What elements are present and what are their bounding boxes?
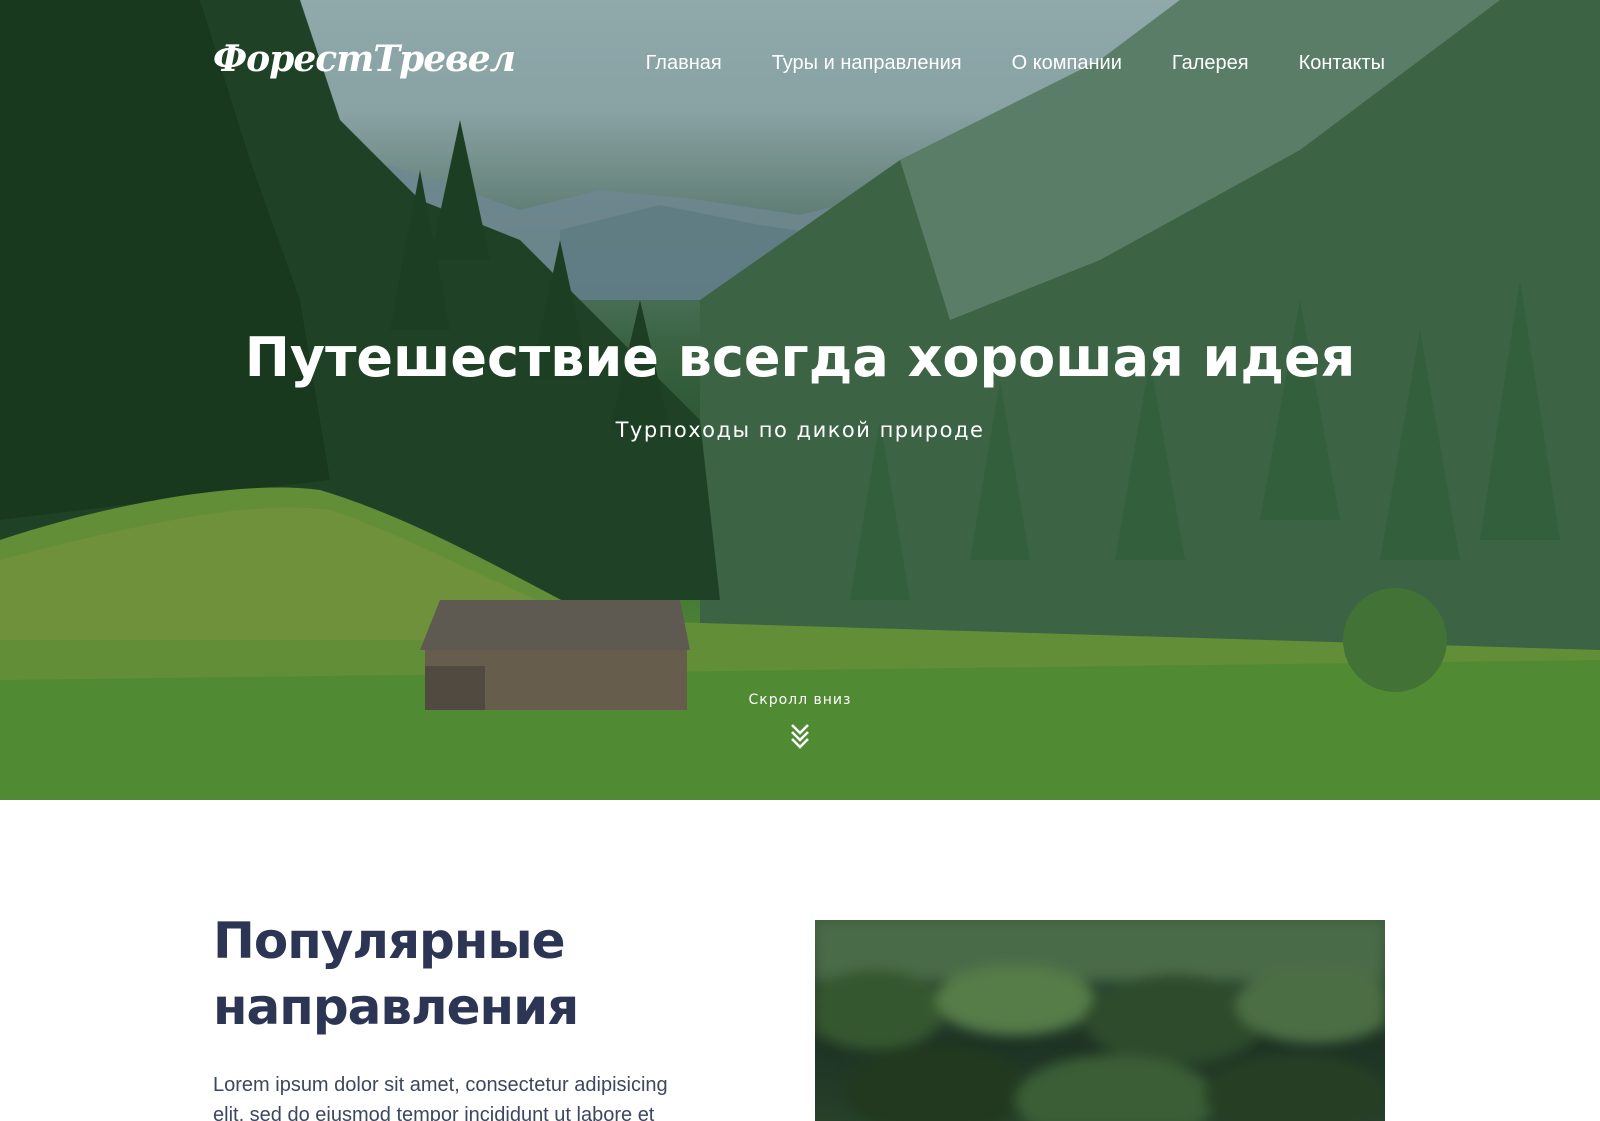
forest-image [815,920,1385,1121]
main-nav: Главная Туры и направления О компании Га… [646,52,1385,75]
scroll-down-label[interactable]: Скролл вниз [0,692,1600,708]
hero-title: Путешествие всегда хорошая идея [244,326,1356,389]
nav-item-contacts[interactable]: Контакты [1299,52,1385,75]
popular-section-title: Популярные направления [213,912,579,1036]
double-chevron-down-icon[interactable] [789,722,811,750]
hero-subtitle: Турпоходы по дикой природе [615,418,985,442]
nav-item-gallery[interactable]: Галерея [1172,52,1249,75]
nav-item-about[interactable]: О компании [1012,52,1122,75]
hero-section: ФорестТревел Главная Туры и направления … [0,0,1600,800]
site-logo[interactable]: ФорестТревел [213,38,516,80]
popular-section-image [815,920,1385,1121]
nav-item-home[interactable]: Главная [646,52,722,75]
nav-item-tours[interactable]: Туры и направления [772,52,962,75]
popular-section-text: Lorem ipsum dolor sit amet, consectetur … [213,1074,668,1121]
hero-overlay [0,0,1600,800]
